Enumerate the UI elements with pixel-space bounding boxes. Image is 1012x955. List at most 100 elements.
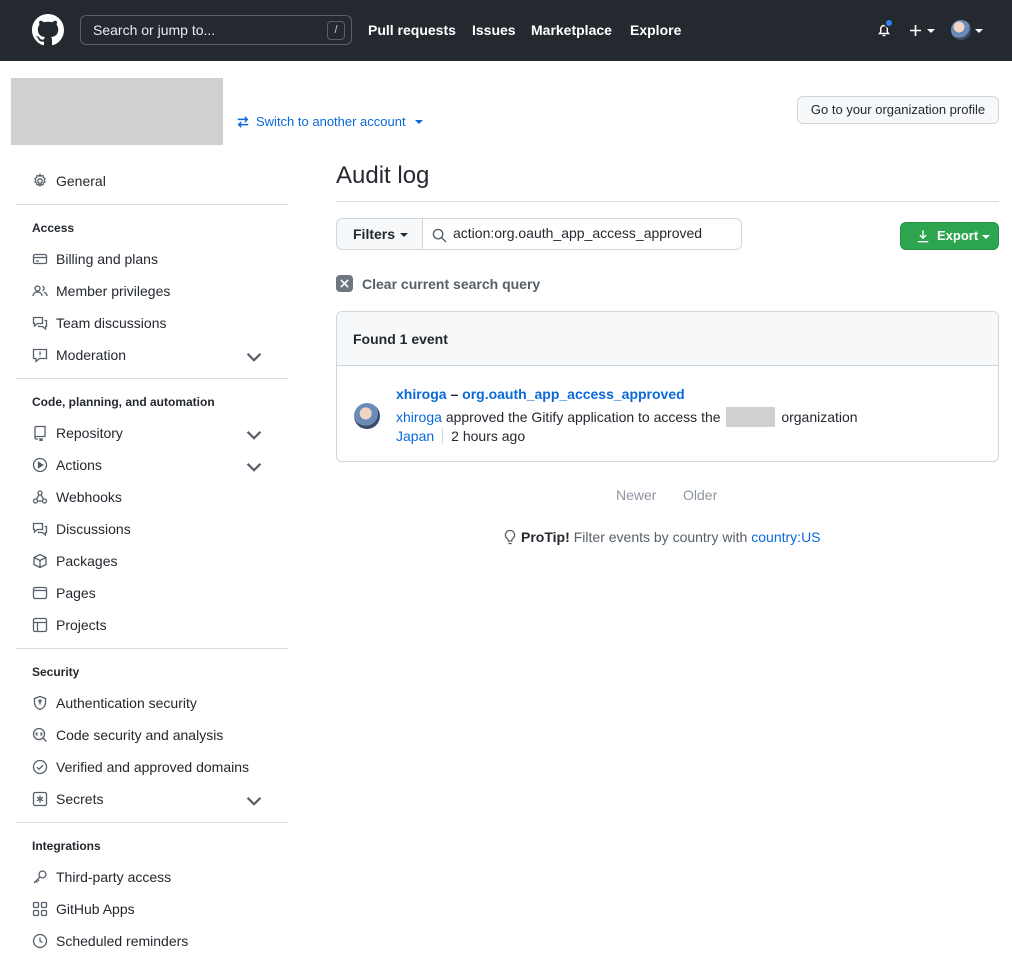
chevron-down-icon (982, 234, 991, 239)
event-title: xhiroga – org.oauth_app_access_approved (396, 386, 685, 402)
github-logo-icon[interactable] (32, 14, 64, 46)
event-description: xhiroga approved the Gitify application … (396, 407, 858, 427)
user-menu-caret-icon[interactable] (975, 29, 983, 33)
audit-search-input[interactable] (453, 225, 733, 241)
table-icon (32, 617, 48, 633)
clear-search-query[interactable]: Clear current search query (336, 275, 540, 292)
sidebar-item-scheduled-reminders[interactable]: Scheduled reminders (32, 931, 288, 951)
event-actor-avatar[interactable] (354, 403, 380, 429)
sidebar-item-pages[interactable]: Pages (32, 583, 288, 603)
nav-pull-requests[interactable]: Pull requests (368, 22, 456, 38)
event-actor-link[interactable]: xhiroga (396, 386, 447, 402)
switch-account-label: Switch to another account (256, 114, 406, 129)
pagination-newer[interactable]: Newer (616, 487, 656, 503)
org-avatar-redacted (11, 78, 223, 145)
sidebar-item-general[interactable]: General (32, 171, 288, 191)
sidebar-item-repository[interactable]: Repository (32, 423, 288, 443)
nav-marketplace[interactable]: Marketplace (531, 22, 612, 38)
chevron-down-icon[interactable] (246, 793, 262, 809)
sidebar-item-label: Discussions (56, 521, 131, 537)
sidebar-item-webhooks[interactable]: Webhooks (32, 487, 288, 507)
chevron-down-icon[interactable] (246, 349, 262, 365)
nav-issues[interactable]: Issues (472, 22, 516, 38)
event-description-actor-link[interactable]: xhiroga (396, 409, 442, 425)
title-divider (336, 201, 999, 202)
sidebar-item-label: Billing and plans (56, 251, 158, 267)
sidebar-item-secrets[interactable]: Secrets (32, 789, 288, 809)
event-title-separator: – (450, 386, 459, 402)
x-icon (336, 275, 353, 292)
sidebar-heading-access: Access (32, 221, 75, 235)
sidebar-item-billing[interactable]: Billing and plans (32, 249, 288, 269)
sidebar-item-packages[interactable]: Packages (32, 551, 288, 571)
pagination-older[interactable]: Older (683, 487, 717, 503)
play-icon (32, 457, 48, 473)
sidebar-heading-code-planning: Code, planning, and automation (32, 395, 215, 409)
plus-icon[interactable] (909, 24, 922, 37)
nav-explore[interactable]: Explore (630, 22, 681, 38)
sidebar-item-moderation[interactable]: Moderation (32, 345, 288, 365)
page-title: Audit log (336, 162, 430, 189)
global-header: Search or jump to... / Pull requests Iss… (0, 0, 1012, 61)
export-label: Export (937, 228, 979, 243)
filters-label: Filters (353, 226, 396, 242)
switch-account-link[interactable]: Switch to another account (236, 114, 423, 129)
sidebar-item-label: Projects (56, 617, 107, 633)
org-name-redacted (726, 407, 776, 427)
org-profile-button[interactable]: Go to your organization profile (797, 96, 999, 124)
filters-button[interactable]: Filters (336, 218, 423, 250)
sidebar-item-label: GitHub Apps (56, 901, 135, 917)
sidebar-item-projects[interactable]: Projects (32, 615, 288, 635)
search-placeholder: Search or jump to... (93, 22, 216, 38)
clear-search-label: Clear current search query (362, 275, 541, 292)
browser-icon (32, 586, 48, 600)
light-bulb-icon (504, 529, 516, 545)
event-country-link[interactable]: Japan (396, 428, 434, 444)
global-search-input[interactable]: Search or jump to... / (80, 15, 352, 45)
event-action-link[interactable]: org.oauth_app_access_approved (462, 386, 685, 402)
gear-icon (34, 173, 46, 188)
sidebar-item-discussions[interactable]: Discussions (32, 519, 288, 539)
sidebar-item-label: Member privileges (56, 283, 171, 299)
events-count-header: Found 1 event (337, 312, 998, 366)
sidebar-item-label: Actions (56, 457, 102, 473)
sidebar-item-verified-domains[interactable]: Verified and approved domains (32, 757, 288, 777)
audit-search-box[interactable] (422, 218, 742, 250)
codescan-icon (32, 727, 47, 742)
sidebar-item-label: Authentication security (56, 695, 197, 711)
sidebar-item-label: Team discussions (56, 315, 167, 331)
sidebar-item-third-party-access[interactable]: Third-party access (32, 867, 288, 887)
protip: ProTip! Filter events by country with co… (503, 529, 821, 545)
sidebar-item-actions[interactable]: Actions (32, 455, 288, 475)
chevron-down-icon[interactable] (246, 459, 262, 475)
sidebar-divider (16, 648, 288, 649)
sidebar-item-member-privileges[interactable]: Member privileges (32, 281, 288, 301)
sidebar-item-label: Packages (56, 553, 118, 569)
protip-label: ProTip! (521, 529, 570, 545)
sidebar-heading-integrations: Integrations (32, 839, 101, 853)
people-icon (32, 285, 48, 297)
sidebar-item-label: Repository (56, 425, 123, 441)
chevron-down-icon[interactable] (246, 427, 262, 443)
sidebar-item-label: Moderation (56, 347, 127, 363)
shield-lock-icon (33, 695, 47, 711)
export-button[interactable]: Export (900, 222, 999, 250)
create-menu-caret-icon[interactable] (927, 29, 935, 33)
sidebar-item-label: Third-party access (56, 869, 172, 885)
sidebar-item-code-security[interactable]: Code security and analysis (32, 725, 288, 745)
protip-country-link[interactable]: country:US (751, 529, 820, 545)
sidebar-item-github-apps[interactable]: GitHub Apps (32, 899, 288, 919)
sidebar-divider (16, 822, 288, 823)
webhook-icon (32, 490, 48, 504)
chevron-down-icon (414, 119, 423, 124)
sidebar-item-label: Code security and analysis (56, 727, 224, 743)
arrow-switch-icon (237, 115, 249, 128)
report-icon (32, 348, 48, 363)
sidebar-item-team-discussions[interactable]: Team discussions (32, 313, 288, 333)
event-meta: Japan 2 hours ago (396, 428, 525, 444)
notification-indicator (884, 18, 894, 28)
apps-icon (32, 901, 48, 917)
credit-card-icon (32, 253, 48, 265)
sidebar-item-authentication-security[interactable]: Authentication security (32, 693, 288, 713)
user-avatar[interactable] (951, 20, 971, 40)
